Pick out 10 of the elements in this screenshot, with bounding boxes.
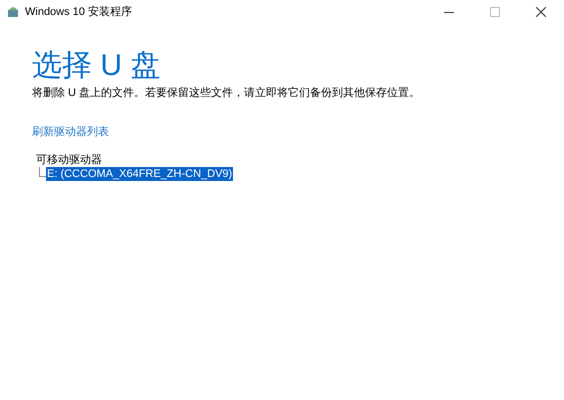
maximize-icon (490, 7, 500, 17)
tree-connector (39, 166, 46, 176)
app-icon (7, 6, 19, 18)
page-heading: 选择 U 盘 (32, 48, 160, 84)
window-title: Windows 10 安装程序 (25, 4, 132, 20)
drive-item[interactable]: E: (CCCOMA_X64FRE_ZH-CN_DV9) (46, 166, 234, 180)
close-icon (536, 7, 546, 17)
description-text: 将删除 U 盘上的文件。若要保留这些文件，请立即将它们备份到其他保存位置。 (32, 86, 420, 100)
refresh-link[interactable]: 刷新驱动器列表 (32, 124, 109, 140)
tree-group-label: 可移动驱动器 (36, 152, 102, 166)
